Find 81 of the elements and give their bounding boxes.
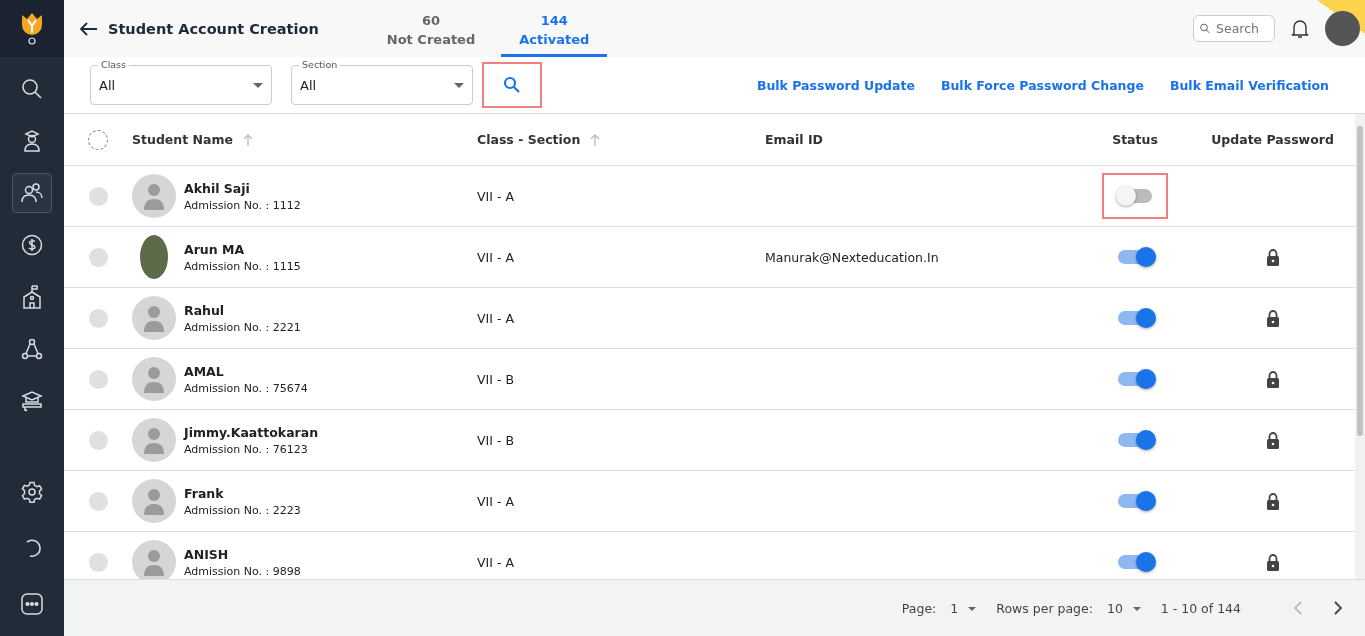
lock-icon[interactable] — [1265, 492, 1280, 510]
email-id: Manurak@Nexteducation.In — [765, 249, 939, 265]
row-checkbox[interactable] — [88, 186, 108, 206]
sort-arrow-icon — [590, 133, 601, 146]
people-icon — [21, 183, 43, 203]
column-header: Update Password — [1211, 132, 1334, 147]
search-field[interactable]: Search — [1193, 15, 1275, 42]
admission-number: Admission No. : 9898 — [184, 564, 301, 578]
school-icon — [22, 285, 42, 309]
search-icon — [21, 78, 43, 100]
scrollbar[interactable] — [1355, 114, 1365, 579]
rows-per-page-label: Rows per page: — [996, 600, 1093, 616]
rows-per-page-dropdown[interactable]: 10 — [1106, 600, 1147, 616]
graduation-cap-icon — [21, 390, 43, 412]
sort-arrow-icon — [242, 133, 253, 146]
class-section: VII - B — [477, 432, 514, 448]
student-name: ANISH — [184, 546, 230, 562]
action-link[interactable]: Bulk Email Verification — [1169, 77, 1329, 93]
lock-icon[interactable] — [1265, 431, 1280, 449]
settings-icon — [21, 481, 43, 503]
student-name: Arun MA — [184, 241, 246, 257]
avatar-icon — [132, 174, 176, 218]
student-name: Rahul — [184, 302, 226, 318]
student-name: Jimmy.Kaattokaran — [184, 424, 319, 440]
row-checkbox[interactable] — [88, 552, 108, 572]
class-section: VII - A — [477, 249, 514, 265]
column-header[interactable]: Student Name — [132, 132, 253, 147]
logo-icon — [20, 11, 44, 46]
admission-number: Admission No. : 2223 — [184, 503, 301, 517]
tab[interactable]: 60 Not Created — [368, 0, 494, 57]
student-name: Akhil Saji — [184, 180, 251, 196]
class-section: VII - A — [477, 554, 514, 570]
avatar-icon — [132, 418, 176, 462]
class-section: VII - A — [477, 310, 514, 326]
bell-icon[interactable] — [1291, 18, 1309, 39]
dollar-icon — [21, 234, 43, 256]
column-header[interactable]: Class - Section — [477, 132, 601, 147]
page-label: Page: — [901, 600, 937, 616]
back-arrow-icon — [80, 21, 98, 36]
lock-icon[interactable] — [1265, 309, 1280, 327]
profile-avatar[interactable] — [1325, 11, 1360, 46]
row-checkbox[interactable] — [88, 430, 108, 450]
row-checkbox[interactable] — [88, 247, 108, 267]
row-checkbox[interactable] — [88, 369, 108, 389]
admission-number: Admission No. : 1112 — [184, 198, 301, 212]
search-icon — [503, 76, 521, 94]
sidebar-item[interactable] — [12, 173, 52, 213]
column-header: Email ID — [765, 132, 823, 147]
student-icon — [22, 130, 42, 152]
page-title: Student Account Creation — [108, 20, 319, 37]
action-link[interactable]: Bulk Password Update — [756, 77, 915, 93]
avatar-icon — [132, 296, 176, 340]
next-page-icon[interactable] — [1333, 601, 1343, 615]
class-section: VII - B — [477, 371, 514, 387]
search-input[interactable]: Search — [1214, 20, 1268, 37]
admission-number: Admission No. : 2221 — [184, 320, 301, 334]
avatar-icon — [132, 357, 176, 401]
status-toggle[interactable] — [1118, 189, 1152, 203]
row-checkbox[interactable] — [88, 491, 108, 511]
more-icon — [21, 593, 43, 615]
admission-number: Admission No. : 76123 — [184, 442, 309, 456]
class-section: VII - A — [477, 188, 514, 204]
admission-number: Admission No. : 1115 — [184, 259, 301, 273]
photo-placeholder — [140, 235, 168, 279]
search-icon — [1200, 21, 1210, 36]
lock-icon[interactable] — [1265, 553, 1280, 571]
network-icon — [21, 338, 43, 360]
column-header: Status — [1112, 132, 1158, 147]
student-name: AMAL — [184, 363, 225, 379]
student-name: Frank — [184, 485, 225, 501]
admission-number: Admission No. : 75674 — [184, 381, 308, 395]
row-checkbox[interactable] — [88, 308, 108, 328]
tab[interactable]: 144 Activated — [501, 0, 608, 57]
lock-icon[interactable] — [1265, 370, 1280, 388]
page-range: 1 - 10 of 144 — [1160, 600, 1241, 616]
lock-icon[interactable] — [1265, 248, 1280, 266]
avatar-icon — [132, 479, 176, 523]
action-link[interactable]: Bulk Force Password Change — [940, 77, 1144, 93]
class-section: VII - A — [477, 493, 514, 509]
page-dropdown[interactable]: 1 — [950, 600, 983, 616]
search-button[interactable] — [482, 62, 542, 108]
